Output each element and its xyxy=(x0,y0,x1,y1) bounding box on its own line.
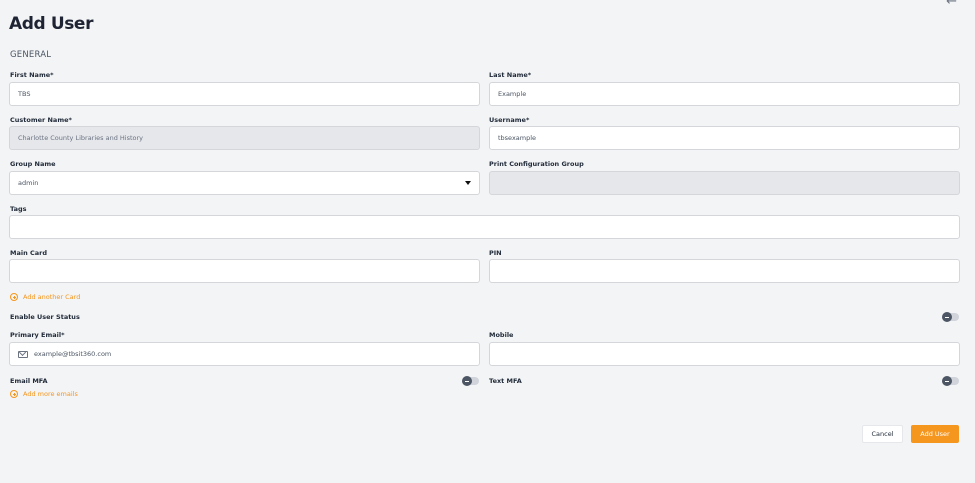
group-name-label: Group Name xyxy=(10,160,56,168)
group-name-select[interactable]: admin xyxy=(9,171,480,195)
print-config-group-input xyxy=(489,171,960,195)
email-mfa-toggle[interactable] xyxy=(462,376,479,386)
text-mfa-toggle[interactable] xyxy=(942,376,959,386)
tags-label: Tags xyxy=(10,205,27,213)
username-label: Username* xyxy=(489,116,530,124)
enable-user-status-label: Enable User Status xyxy=(10,313,80,321)
username-value: tbsexample xyxy=(498,134,537,142)
customer-name-label: Customer Name* xyxy=(10,116,72,124)
first-name-value: TBS xyxy=(18,90,31,98)
group-name-value: admin xyxy=(18,179,39,187)
toggle-knob-icon xyxy=(942,312,952,322)
print-config-group-label: Print Configuration Group xyxy=(489,160,584,168)
tags-input[interactable] xyxy=(9,215,960,239)
pin-label: PIN xyxy=(489,249,502,257)
primary-email-value: example@tbsit360.com xyxy=(34,350,112,358)
caret-down-icon xyxy=(465,181,471,185)
mobile-label: Mobile xyxy=(489,331,514,339)
last-name-value: Example xyxy=(498,90,527,98)
add-another-card-link[interactable]: Add another Card xyxy=(10,293,80,301)
enable-user-status-toggle[interactable] xyxy=(942,312,959,322)
plus-circle-icon xyxy=(10,293,18,301)
customer-name-input: Charlotte County Libraries and History xyxy=(9,126,480,150)
first-name-input[interactable]: TBS xyxy=(9,82,480,106)
toggle-knob-icon xyxy=(462,376,472,386)
main-card-input[interactable] xyxy=(9,259,480,283)
customer-name-value: Charlotte County Libraries and History xyxy=(18,134,144,142)
last-name-input[interactable]: Example xyxy=(489,82,960,106)
plus-circle-icon xyxy=(10,390,18,398)
toggle-knob-icon xyxy=(942,376,952,386)
last-name-label: Last Name* xyxy=(489,71,532,79)
username-input[interactable]: tbsexample xyxy=(489,126,960,150)
page-title: Add User xyxy=(9,14,94,34)
add-user-button[interactable]: Add User xyxy=(911,425,959,443)
mail-icon xyxy=(18,350,28,358)
primary-email-input[interactable]: example@tbsit360.com xyxy=(9,342,480,366)
cancel-button[interactable]: Cancel xyxy=(862,425,903,443)
pin-input[interactable] xyxy=(489,259,960,283)
email-mfa-label: Email MFA xyxy=(10,377,48,385)
primary-email-label: Primary Email* xyxy=(10,331,65,339)
mobile-input[interactable] xyxy=(489,342,960,366)
add-more-emails-label: Add more emails xyxy=(23,390,78,398)
first-name-label: First Name* xyxy=(10,71,54,79)
add-another-card-label: Add another Card xyxy=(23,293,81,301)
add-more-emails-link[interactable]: Add more emails xyxy=(10,390,78,398)
arrow-left-icon[interactable]: ← xyxy=(946,0,957,9)
text-mfa-label: Text MFA xyxy=(489,377,522,385)
main-card-label: Main Card xyxy=(10,249,47,257)
section-general-heading: GENERAL xyxy=(10,50,52,60)
